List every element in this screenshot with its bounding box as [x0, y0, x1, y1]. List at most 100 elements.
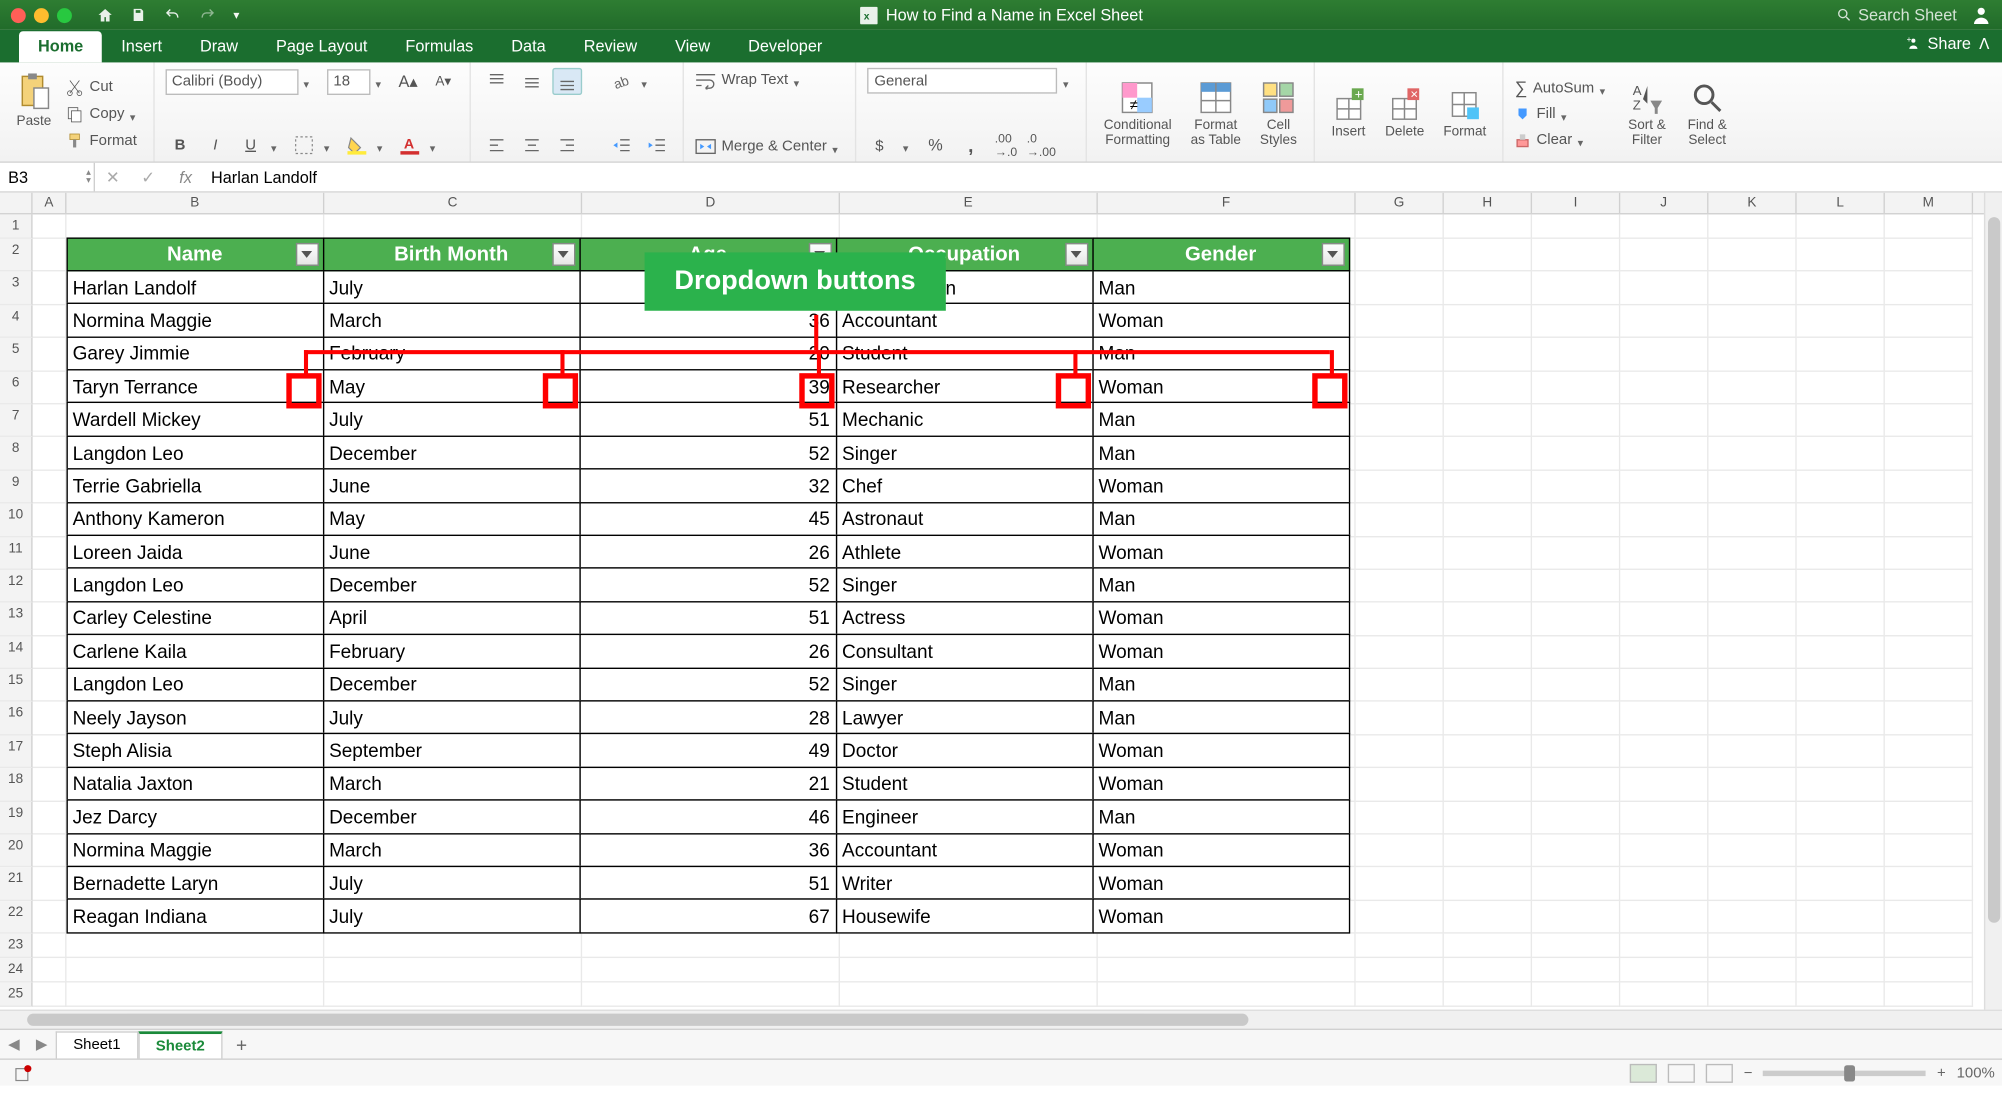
cell[interactable]	[1620, 868, 1708, 901]
table-cell[interactable]: Carlene Kaila	[66, 634, 324, 668]
table-row[interactable]: Normina MaggieMarch36AccountantWoman	[66, 833, 1348, 866]
cell[interactable]	[1532, 669, 1620, 702]
row-header-19[interactable]: 19	[0, 801, 33, 834]
table-cell[interactable]: Actress	[835, 601, 1093, 635]
column-header-B[interactable]: B	[66, 193, 324, 213]
cell[interactable]	[1708, 868, 1796, 901]
qat-customize-icon[interactable]: ▾	[233, 7, 239, 22]
table-cell[interactable]: Chef	[835, 468, 1093, 502]
cell[interactable]	[1356, 901, 1444, 934]
minimize-window-button[interactable]	[34, 7, 49, 22]
cell[interactable]	[1532, 570, 1620, 603]
table-cell[interactable]: Loreen Jaida	[66, 535, 324, 569]
format-painter-button[interactable]: Format	[65, 128, 142, 152]
formula-value[interactable]: Harlan Landolf	[206, 168, 317, 187]
font-name-select[interactable]: Calibri (Body)	[165, 69, 298, 95]
ribbon-tab-home[interactable]: Home	[19, 31, 102, 62]
column-header-J[interactable]: J	[1620, 193, 1708, 213]
cell[interactable]	[1885, 371, 1973, 404]
cell[interactable]	[840, 958, 1098, 982]
table-cell[interactable]: 21	[579, 766, 837, 800]
table-cell[interactable]: June	[322, 468, 580, 502]
table-cell[interactable]: Lawyer	[835, 700, 1093, 734]
cell[interactable]	[1797, 901, 1885, 934]
row-header-14[interactable]: 14	[0, 636, 33, 669]
table-row[interactable]: Loreen JaidaJune26AthleteWoman	[66, 535, 1348, 568]
cell[interactable]	[1797, 636, 1885, 669]
ribbon-tab-draw[interactable]: Draw	[181, 31, 257, 62]
cell[interactable]	[1885, 537, 1973, 570]
cell[interactable]	[1098, 214, 1356, 238]
decrease-indent-icon[interactable]	[606, 132, 636, 159]
cell[interactable]	[324, 934, 582, 958]
table-cell[interactable]: Steph Alisia	[66, 733, 324, 767]
cell[interactable]	[1708, 958, 1796, 982]
insert-cells-button[interactable]: +Insert	[1325, 84, 1371, 142]
cell[interactable]	[1356, 570, 1444, 603]
cell[interactable]	[1620, 570, 1708, 603]
table-cell[interactable]: 26	[579, 634, 837, 668]
table-cell[interactable]: Man	[1092, 667, 1350, 701]
row-header-23[interactable]: 23	[0, 934, 33, 958]
zoom-window-button[interactable]	[57, 7, 72, 22]
align-bottom-icon[interactable]	[552, 68, 582, 95]
row-header-16[interactable]: 16	[0, 702, 33, 735]
cell[interactable]	[1620, 636, 1708, 669]
table-cell[interactable]: Carley Celestine	[66, 601, 324, 635]
row-header-24[interactable]: 24	[0, 958, 33, 982]
cell[interactable]	[1532, 305, 1620, 338]
cell[interactable]	[1620, 239, 1708, 272]
cell[interactable]	[582, 958, 840, 982]
table-cell[interactable]: December	[322, 667, 580, 701]
cell[interactable]	[1356, 471, 1444, 504]
table-cell[interactable]: Doctor	[835, 733, 1093, 767]
cell[interactable]	[1797, 868, 1885, 901]
cell[interactable]	[1708, 570, 1796, 603]
column-header-G[interactable]: G	[1356, 193, 1444, 213]
cell[interactable]	[1885, 735, 1973, 768]
table-cell[interactable]: Man	[1092, 700, 1350, 734]
cell[interactable]	[66, 934, 324, 958]
cell[interactable]	[1098, 983, 1356, 1007]
cell[interactable]	[1532, 504, 1620, 537]
cell[interactable]	[1356, 537, 1444, 570]
cell[interactable]	[1444, 735, 1532, 768]
table-cell[interactable]: 32	[579, 468, 837, 502]
table-cell[interactable]: 46	[579, 799, 837, 833]
row-header-25[interactable]: 25	[0, 983, 33, 1007]
table-cell[interactable]: 52	[579, 435, 837, 469]
cell[interactable]	[1708, 214, 1796, 238]
cell[interactable]	[1356, 735, 1444, 768]
column-header-A[interactable]: A	[33, 193, 67, 213]
cell[interactable]	[1797, 272, 1885, 305]
cell[interactable]	[1444, 983, 1532, 1007]
cell[interactable]	[1620, 901, 1708, 934]
table-cell[interactable]: March	[322, 833, 580, 867]
format-as-table-button[interactable]: Format as Table	[1185, 77, 1246, 150]
ribbon-tab-data[interactable]: Data	[492, 31, 564, 62]
font-color-button[interactable]: A	[394, 132, 424, 159]
sheet-nav-prev-icon[interactable]: ◀	[0, 1035, 28, 1053]
cell[interactable]	[1708, 801, 1796, 834]
table-header-name[interactable]: Name	[66, 237, 324, 271]
table-cell[interactable]: Langdon Leo	[66, 568, 324, 602]
table-cell[interactable]: 51	[579, 402, 837, 436]
table-cell[interactable]: 51	[579, 866, 837, 900]
cell[interactable]	[66, 958, 324, 982]
table-cell[interactable]: July	[322, 899, 580, 933]
cell[interactable]	[1444, 868, 1532, 901]
cell[interactable]	[324, 983, 582, 1007]
redo-icon[interactable]	[198, 7, 217, 23]
table-cell[interactable]: May	[322, 502, 580, 536]
cell[interactable]	[1797, 504, 1885, 537]
row-header-4[interactable]: 4	[0, 305, 33, 338]
cell[interactable]	[1620, 669, 1708, 702]
sheet-tab-sheet2[interactable]: Sheet2	[138, 1031, 222, 1058]
ribbon-tab-formulas[interactable]: Formulas	[386, 31, 492, 62]
cell[interactable]	[1620, 768, 1708, 801]
copy-button[interactable]: Copy	[65, 101, 142, 125]
cell[interactable]	[33, 983, 67, 1007]
clear-button[interactable]: Clear	[1515, 127, 1612, 151]
cell[interactable]	[1532, 272, 1620, 305]
cell[interactable]	[1708, 901, 1796, 934]
